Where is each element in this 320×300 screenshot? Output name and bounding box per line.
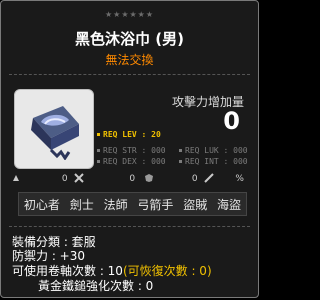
star-force-stars: ★★★★★★	[104, 10, 155, 19]
req-bullet-icon	[97, 133, 100, 136]
job-pirate: 海盜	[217, 197, 242, 212]
item-name: 黑色沐浴巾 (男)	[75, 30, 184, 48]
recoverable-slots: (可恢復次數 : 0)	[122, 264, 212, 278]
req-bullet-icon	[179, 160, 182, 163]
status-value: 0	[129, 173, 136, 184]
req-luk: REQ LUK : 000	[179, 146, 248, 155]
divider	[9, 226, 250, 227]
req-bullet-icon	[179, 149, 182, 152]
bath-towel-icon	[31, 106, 79, 160]
job-beginner: 初心者	[23, 197, 60, 212]
divider	[9, 74, 250, 75]
job-archer: 弓箭手	[137, 197, 174, 212]
job-thief: 盜賊	[183, 197, 208, 212]
item-tooltip: ★★★★★★ 黑色沐浴巾 (男) 無法交換 攻擊力增加量 0 REQ LEV :…	[0, 0, 259, 298]
job-magician: 法師	[103, 197, 128, 212]
attack-increase-value: 0	[223, 107, 240, 135]
req-bullet-icon	[97, 160, 100, 163]
item-icon-frame	[14, 89, 94, 169]
shield-icon	[144, 173, 154, 183]
req-int: REQ INT : 000	[179, 157, 248, 166]
sword-icon	[204, 173, 215, 183]
status-percent: %	[235, 173, 244, 184]
untradeable-label: 無法交換	[105, 53, 154, 67]
req-dex: REQ DEX : 000	[97, 157, 166, 166]
req-level: REQ LEV : 20	[97, 130, 161, 139]
job-swordsman: 劍士	[69, 197, 94, 212]
golden-hammer-count: 黃金鐵鎚強化次數 : 0	[38, 279, 154, 293]
req-str: REQ STR : 000	[97, 146, 166, 155]
status-value: 0	[61, 173, 68, 184]
job-list: 初心者 劍士 法師 弓箭手 盜賊 海盜	[18, 192, 247, 216]
potion-icon	[11, 173, 21, 183]
status-value: 0	[191, 173, 198, 184]
cross-icon	[74, 173, 85, 183]
req-bullet-icon	[97, 149, 100, 152]
status-row: 0 0 0 %	[11, 173, 244, 184]
